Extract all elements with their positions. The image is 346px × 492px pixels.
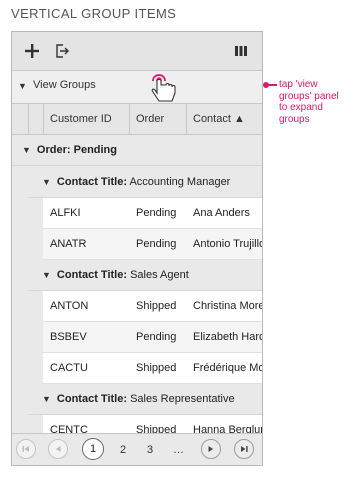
callout-connector (268, 84, 277, 86)
plus-icon[interactable] (22, 41, 42, 61)
view-groups-panel[interactable]: ▼ View Groups (12, 71, 262, 104)
table-row[interactable]: ANATR Pending Antonio Trujillo (43, 229, 262, 260)
callout-line-3: to expand (279, 102, 323, 113)
cell-customer-id: ANATR (50, 238, 87, 250)
collapse-arrow-icon: ▼ (42, 394, 51, 404)
page-2-button[interactable]: 2 (120, 444, 126, 456)
cell-order: Pending (136, 331, 177, 343)
grid-body: ▼ Order: Pending ▼ Contact Title: Accounti… (12, 135, 262, 433)
pager: 1 2 3 … (12, 433, 262, 465)
table-row[interactable]: BSBEV Pending Elizabeth Hard (43, 322, 262, 353)
collapse-arrow-icon: ▼ (42, 270, 51, 280)
group-label: Contact Title: (56, 176, 127, 188)
columns-icon[interactable] (231, 41, 251, 61)
table-row[interactable]: ANTON Shipped Christina More (43, 291, 262, 322)
first-page-icon[interactable] (16, 439, 36, 459)
export-icon[interactable] (52, 41, 72, 61)
cell-customer-id: CACTU (50, 362, 88, 374)
next-page-icon[interactable] (201, 439, 221, 459)
cell-order: Pending (136, 238, 177, 250)
cell-contact: Christina More (193, 300, 262, 312)
group-row-accounting-manager[interactable]: ▼ Contact Title: Accounting Manager (28, 167, 262, 198)
table-row[interactable]: CACTU Shipped Frédérique Mo (43, 353, 262, 384)
table-row[interactable]: ALFKI Pending Ana Anders (43, 198, 262, 229)
cell-contact: Hanna Berglun (193, 424, 262, 433)
group-label: Contact Title: (56, 269, 127, 281)
cell-contact: Ana Anders (193, 207, 250, 219)
group-row-order[interactable]: ▼ Order: Pending (12, 135, 262, 166)
header-order[interactable]: Order (129, 104, 186, 134)
group-value: Pending (73, 144, 117, 156)
group-value: Sales Representative (130, 393, 235, 405)
collapse-arrow-icon: ▼ (42, 177, 51, 187)
cell-order: Shipped (136, 424, 177, 433)
last-page-icon[interactable] (234, 439, 254, 459)
grid-frame: ▼ View Groups Customer ID Order Contact … (11, 31, 263, 466)
cell-customer-id: ALFKI (50, 207, 81, 219)
group-row-sales-representative[interactable]: ▼ Contact Title: Sales Representative (28, 384, 262, 415)
cell-contact: Elizabeth Hard (193, 331, 262, 343)
previous-page-icon[interactable] (48, 439, 68, 459)
view-groups-label: View Groups (33, 79, 96, 91)
callout-line-1: tap 'view (279, 79, 318, 90)
triangle-down-icon: ▼ (18, 81, 27, 91)
header-customer-id[interactable]: Customer ID (43, 104, 129, 134)
group-label: Order: (36, 144, 71, 156)
more-pages-button[interactable]: … (173, 444, 184, 456)
collapse-arrow-icon: ▼ (22, 145, 31, 155)
group-row-sales-agent[interactable]: ▼ Contact Title: Sales Agent (28, 260, 262, 291)
cell-contact: Antonio Trujillo (193, 238, 262, 250)
callout-line-4: groups (279, 113, 310, 125)
cell-contact: Frédérique Mo (193, 362, 262, 374)
group-value: Accounting Manager (129, 176, 231, 188)
page-title: VERTICAL GROUP ITEMS (11, 6, 177, 21)
tap-hand-icon (151, 74, 176, 102)
group-value: Sales Agent (130, 269, 189, 281)
cell-order: Pending (136, 207, 177, 219)
cell-order: Shipped (136, 300, 177, 312)
column-header-row: Customer ID Order Contact ▲ (12, 104, 262, 135)
group-label: Contact Title: (56, 393, 127, 405)
header-contact[interactable]: Contact ▲ (186, 104, 262, 134)
page-1-button[interactable]: 1 (82, 438, 104, 460)
cell-customer-id: ANTON (50, 300, 89, 312)
cell-customer-id: BSBEV (50, 331, 87, 343)
toolbar (12, 32, 262, 71)
callout-line-2: groups' panel (279, 90, 339, 102)
table-row[interactable]: CENTC Shipped Hanna Berglun (43, 415, 262, 433)
header-spacer (28, 104, 43, 134)
page-3-button[interactable]: 3 (147, 444, 153, 456)
callout-annotation: tap 'view groups' panel to expand groups (279, 79, 345, 125)
cell-order: Shipped (136, 362, 177, 374)
cell-customer-id: CENTC (50, 424, 88, 433)
